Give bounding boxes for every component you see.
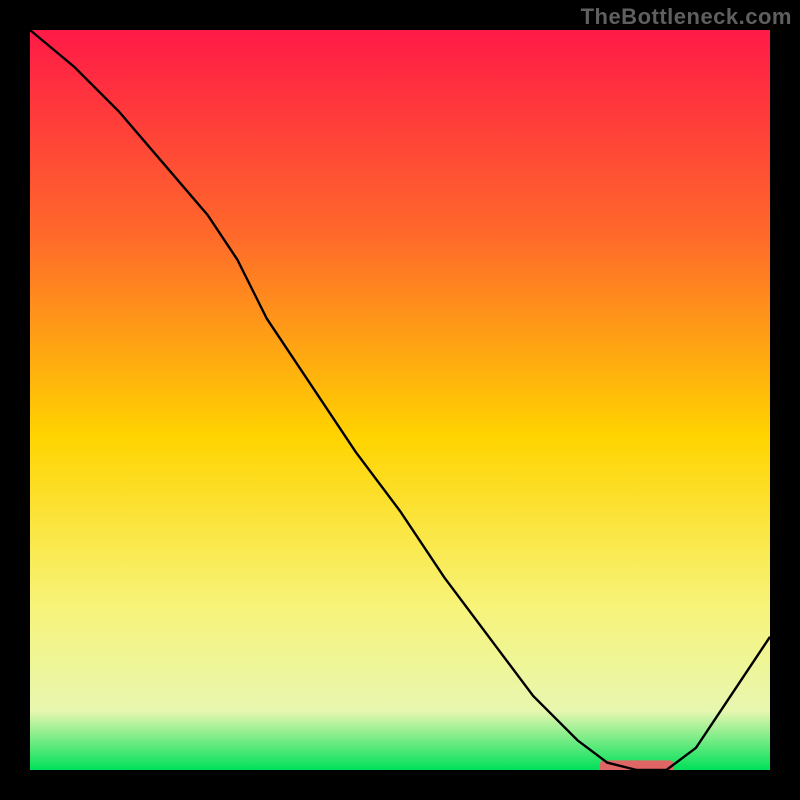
watermark-text: TheBottleneck.com <box>581 4 792 30</box>
chart-root: TheBottleneck.com <box>0 0 800 800</box>
plot-area <box>30 30 770 770</box>
plot-svg <box>30 30 770 770</box>
gradient-background <box>30 30 770 770</box>
optimal-range-marker <box>600 760 674 770</box>
